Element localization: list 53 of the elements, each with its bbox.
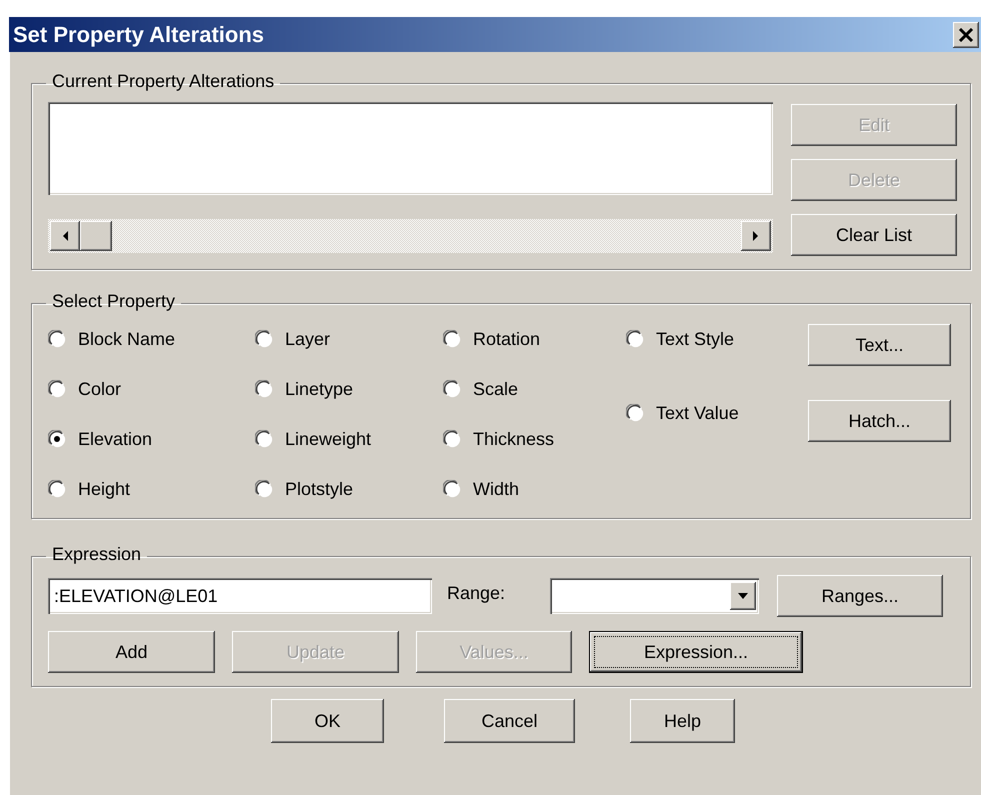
radio-button[interactable]	[48, 480, 66, 498]
radio-button[interactable]	[255, 380, 273, 398]
dialog-button[interactable]: Expression...	[589, 631, 803, 673]
radio-button[interactable]	[626, 404, 644, 422]
dialog-button[interactable]: OK	[271, 699, 384, 743]
radio-label[interactable]: Height	[78, 476, 130, 502]
radio-label[interactable]: Layer	[285, 326, 330, 352]
scroll-left-button[interactable]	[50, 221, 80, 251]
radio-button[interactable]	[443, 380, 461, 398]
range-dropdown[interactable]	[550, 578, 759, 614]
radio-label[interactable]: Block Name	[78, 326, 176, 352]
radio-button[interactable]	[48, 380, 66, 398]
alterations-list[interactable]	[48, 102, 773, 195]
radio-label[interactable]: Text Style	[656, 326, 734, 352]
radio-label[interactable]: Plotstyle	[285, 476, 354, 502]
dialog-button[interactable]: Ranges...	[777, 575, 943, 617]
radio-label[interactable]: Elevation	[78, 426, 152, 452]
radio-button[interactable]	[48, 430, 66, 448]
group-label: Current Property Alterations	[51, 72, 276, 90]
dialog-button[interactable]: Text...	[808, 324, 951, 366]
radio-button[interactable]	[48, 330, 66, 348]
right-arrow-icon	[753, 231, 759, 241]
radio-label[interactable]: Color	[78, 376, 122, 402]
radio-label[interactable]: Linetype	[285, 376, 354, 402]
close-icon	[958, 28, 974, 42]
group-label: Expression	[51, 545, 142, 563]
dialog-button[interactable]: Clear List	[791, 214, 957, 256]
dialog-button[interactable]: Add	[48, 631, 215, 673]
horizontal-scrollbar[interactable]	[48, 219, 773, 253]
dialog-button[interactable]: Cancel	[444, 699, 575, 743]
radio-label[interactable]: Text Value	[656, 400, 739, 426]
group-label: Select Property	[51, 292, 176, 310]
range-label: Range:	[447, 582, 506, 605]
radio-button[interactable]	[626, 330, 644, 348]
dialog-button[interactable]: Help	[630, 699, 735, 743]
radio-button[interactable]	[443, 480, 461, 498]
radio-button[interactable]	[443, 430, 461, 448]
radio-label[interactable]: Scale	[473, 376, 518, 402]
radio-button[interactable]	[255, 330, 273, 348]
close-button[interactable]	[953, 22, 979, 48]
radio-button[interactable]	[255, 480, 273, 498]
expression-field[interactable]: :ELEVATION@LE01	[48, 578, 432, 614]
scroll-thumb[interactable]	[80, 221, 112, 251]
radio-label[interactable]: Width	[473, 476, 520, 502]
left-arrow-icon	[62, 231, 68, 241]
scroll-right-button[interactable]	[741, 221, 771, 251]
dialog-button[interactable]: Hatch...	[808, 400, 951, 442]
radio-label[interactable]: Thickness	[473, 426, 554, 452]
radio-label[interactable]: Rotation	[473, 326, 540, 352]
radio-button[interactable]	[443, 330, 461, 348]
window-title: Set Property Alterations	[13, 21, 264, 49]
radio-button[interactable]	[255, 430, 273, 448]
radio-label[interactable]: Lineweight	[285, 426, 372, 452]
